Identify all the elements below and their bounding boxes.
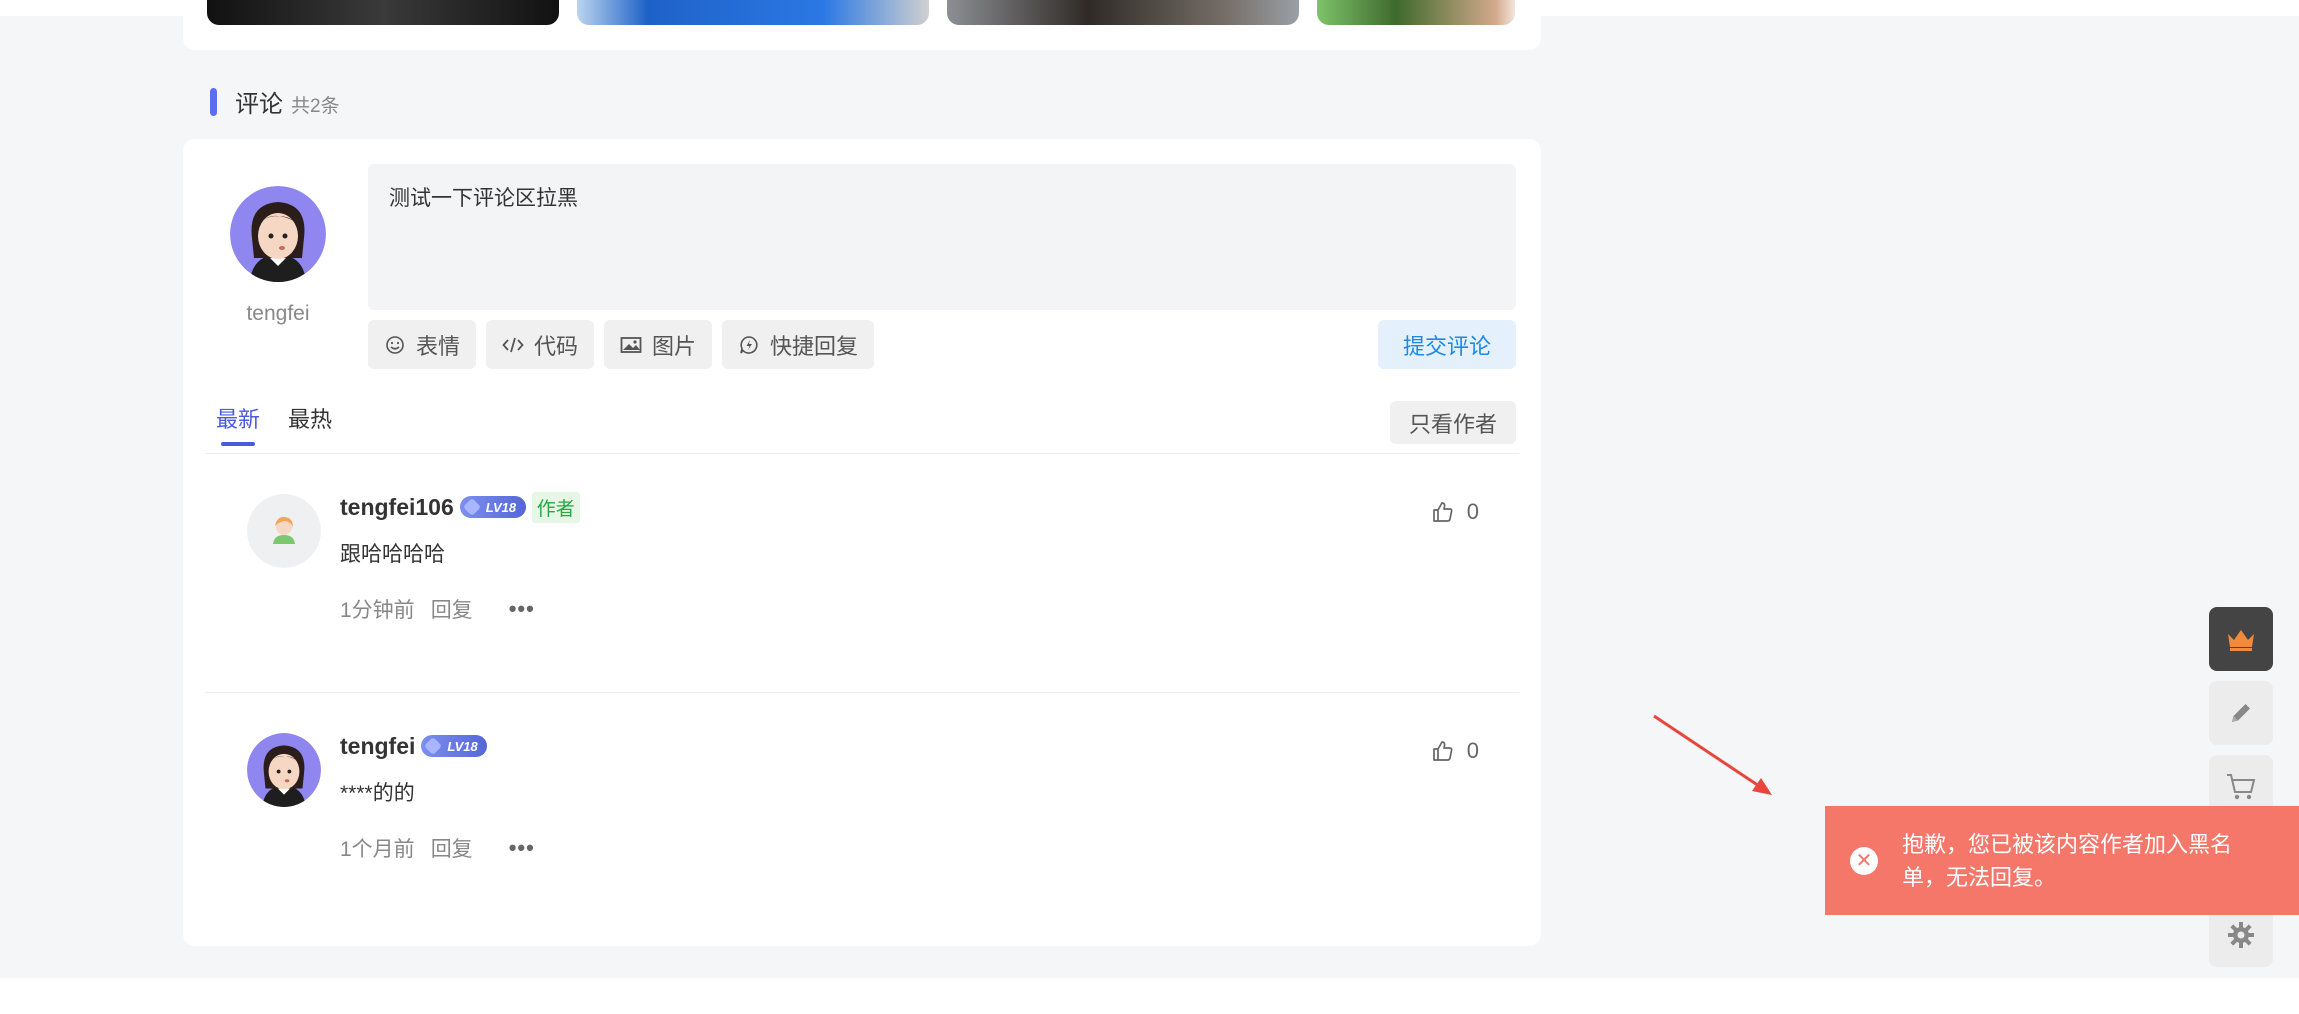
like-count: 0: [1466, 738, 1479, 763]
submit-comment-button[interactable]: 提交评论: [1378, 320, 1516, 369]
thumbs-up-icon: [1432, 741, 1453, 761]
comment-text: 跟哈哈哈哈: [340, 543, 445, 566]
thumbs-up-icon: [1432, 502, 1453, 522]
image-button[interactable]: 图片: [604, 320, 713, 369]
like-count: 0: [1466, 499, 1479, 524]
gear-icon: [2228, 922, 2254, 948]
level-text: LV18: [447, 738, 478, 754]
more-options-button[interactable]: •••: [509, 835, 535, 861]
tab-hottest[interactable]: 最热: [288, 402, 332, 446]
related-thumbnail[interactable]: [947, 0, 1299, 25]
level-badge: LV18: [421, 735, 488, 757]
close-circle-icon: ✕: [1850, 846, 1878, 875]
avatar[interactable]: [230, 186, 326, 282]
comment-user-name[interactable]: tengfei106: [340, 494, 454, 521]
emoji-button[interactable]: 表情: [368, 320, 477, 369]
crown-icon: [2228, 630, 2254, 651]
current-user-name: tengfei: [246, 302, 310, 325]
sort-tabs: 最新 最热: [216, 402, 332, 446]
related-thumbnail[interactable]: [577, 0, 929, 25]
comment-time: 1个月前: [340, 838, 415, 861]
quick-reply-icon: [738, 334, 760, 356]
more-options-button[interactable]: •••: [509, 596, 535, 622]
comment-user-name[interactable]: tengfei: [340, 733, 415, 760]
toast-message: 抱歉，您已被该内容作者加入黑名单，无法回复。: [1902, 831, 2233, 890]
emoji-label: 表情: [416, 333, 461, 359]
level-hex-icon: [424, 736, 443, 756]
code-icon: [502, 334, 524, 356]
like-button[interactable]: 0: [1431, 738, 1479, 764]
comment-item: tengfei106 LV18 作者 跟哈哈哈哈 1分钟前 回复 ••• 0: [205, 454, 1519, 693]
comment-text: ****的的: [340, 782, 415, 805]
image-label: 图片: [652, 333, 697, 359]
like-button[interactable]: 0: [1431, 499, 1479, 525]
quick-reply-label: 快捷回复: [770, 333, 859, 359]
related-thumbnail[interactable]: [1317, 0, 1515, 25]
error-toast: ✕ 抱歉，您已被该内容作者加入黑名单，无法回复。: [1825, 806, 2299, 915]
level-badge: LV18: [459, 496, 526, 518]
avatar[interactable]: [247, 733, 321, 807]
comment-count: 共2条: [291, 96, 340, 117]
comments-section-header: 评论 共2条: [210, 84, 340, 119]
related-posts-strip: [183, 0, 1541, 50]
level-hex-icon: [462, 497, 481, 517]
composer-toolbar: 表情 代码 图片 快捷回复: [368, 320, 875, 369]
cart-icon: [2227, 774, 2256, 800]
tab-latest[interactable]: 最新: [216, 402, 260, 446]
code-label: 代码: [534, 333, 579, 359]
code-button[interactable]: 代码: [486, 320, 595, 369]
comment-item: tengfei LV18 ****的的 1个月前 回复 ••• 0: [205, 693, 1519, 923]
only-author-button[interactable]: 只看作者: [1390, 401, 1516, 444]
comments-card: tengfei 测试一下评论区拉黑 表情 代码 图片 快捷回复 提交评论 最新 …: [183, 139, 1541, 946]
author-badge: 作者: [531, 491, 580, 523]
comment-time: 1分钟前: [340, 599, 415, 622]
section-title: 评论: [235, 91, 283, 118]
comment-input[interactable]: 测试一下评论区拉黑: [368, 164, 1516, 310]
reply-button[interactable]: 回复: [431, 594, 473, 624]
footer-strip: [0, 978, 2299, 1014]
current-user: tengfei: [230, 186, 326, 326]
avatar[interactable]: [247, 494, 321, 568]
write-button[interactable]: [2209, 681, 2273, 745]
pencil-icon: [2232, 704, 2250, 722]
image-icon: [620, 334, 642, 356]
quick-reply-button[interactable]: 快捷回复: [722, 320, 875, 369]
section-accent-bar: [210, 87, 217, 116]
reply-button[interactable]: 回复: [431, 833, 473, 863]
vip-button[interactable]: [2209, 607, 2273, 671]
smile-icon: [384, 334, 406, 356]
related-thumbnail[interactable]: [207, 0, 559, 25]
level-text: LV18: [485, 499, 517, 515]
annotation-arrow: [1653, 714, 1772, 795]
